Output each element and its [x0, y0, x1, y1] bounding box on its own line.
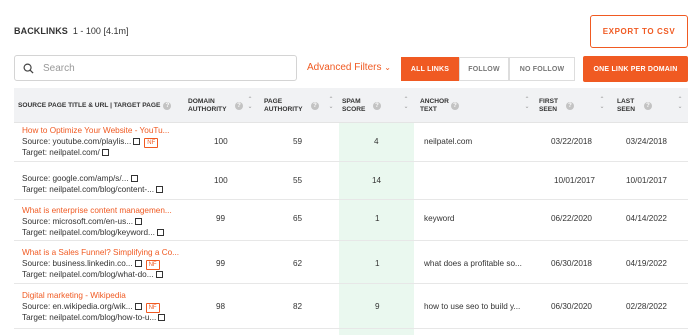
row-page-authority: 62: [293, 259, 303, 268]
row-domain-authority: 99: [216, 214, 226, 223]
row-spam-score: 1: [375, 214, 380, 223]
external-link-icon[interactable]: [155, 271, 163, 278]
help-icon: ?: [311, 101, 319, 110]
row-last-seen: 04/14/2022: [626, 214, 667, 223]
help-icon: ?: [566, 101, 574, 110]
sort-icon[interactable]: ⌃ ⌄: [246, 97, 254, 111]
row-domain-authority: 99: [216, 259, 226, 268]
row-source-url[interactable]: Source: google.com/amp/s/...: [22, 174, 138, 183]
chevron-down-icon: ⌄: [384, 63, 391, 72]
external-link-icon[interactable]: [134, 303, 142, 310]
tab-all-links[interactable]: ALL LINKS: [401, 57, 459, 81]
help-icon: ?: [373, 101, 381, 110]
row-source-url[interactable]: Source: youtube.com/playlis... NF: [22, 137, 159, 148]
row-first-seen: 06/30/2020: [551, 302, 592, 311]
external-link-icon[interactable]: [155, 186, 163, 193]
sort-icon[interactable]: ⌃ ⌄: [523, 97, 531, 111]
row-target-url[interactable]: Target: neilpatel.com/blog/keyword...: [22, 228, 164, 237]
help-icon: ?: [451, 101, 459, 110]
row-divider: [14, 283, 688, 284]
row-domain-authority: 100: [214, 137, 228, 146]
row-page-authority: 82: [293, 302, 303, 311]
row-divider: [14, 328, 688, 329]
col-last-seen-header[interactable]: LAST SEEN?: [617, 88, 677, 123]
row-title-link[interactable]: What is enterprise content managemen...: [22, 206, 172, 215]
row-last-seen: 02/28/2022: [626, 302, 667, 311]
one-link-per-domain-button[interactable]: ONE LINK PER DOMAIN: [583, 56, 688, 82]
row-divider: [14, 199, 688, 200]
row-first-seen: 10/01/2017: [554, 176, 595, 185]
row-spam-score: 1: [375, 259, 380, 268]
row-spam-score: 9: [375, 302, 380, 311]
row-domain-authority: 98: [216, 302, 226, 311]
row-source-url[interactable]: Source: business.linkedin.co... NF: [22, 259, 160, 270]
row-page-authority: 65: [293, 214, 303, 223]
row-divider: [14, 240, 688, 241]
row-page-authority: 59: [293, 137, 303, 146]
row-domain-authority: 100: [214, 176, 228, 185]
col-first-seen-header[interactable]: FIRST SEEN?: [539, 88, 599, 123]
row-target-url[interactable]: Target: neilpatel.com/blog/what-do...: [22, 270, 163, 279]
sort-icon[interactable]: ⌃ ⌄: [327, 97, 335, 111]
row-first-seen: 06/30/2018: [551, 259, 592, 268]
row-target-url[interactable]: Target: neilpatel.com/: [22, 148, 109, 157]
tab-no-follow[interactable]: NO FOLLOW: [509, 57, 575, 81]
row-last-seen: 03/24/2018: [626, 137, 667, 146]
row-anchor-text: what does a profitable so...: [424, 259, 522, 268]
external-link-icon[interactable]: [101, 149, 109, 156]
sort-icon[interactable]: ⌃ ⌄: [676, 97, 684, 111]
row-divider: [14, 161, 688, 162]
external-link-icon[interactable]: [133, 138, 141, 145]
row-spam-score: 4: [374, 137, 379, 146]
col-source-header[interactable]: SOURCE PAGE TITLE & URL | TARGET PAGE?: [18, 88, 188, 123]
external-link-icon[interactable]: [130, 175, 138, 182]
export-csv-button[interactable]: EXPORT TO CSV: [590, 15, 688, 48]
tab-follow[interactable]: FOLLOW: [459, 57, 509, 81]
row-last-seen: 10/01/2017: [626, 176, 667, 185]
row-target-url[interactable]: Target: neilpatel.com/blog/how-to-u...: [22, 313, 166, 322]
search-placeholder: Search: [43, 62, 75, 74]
external-link-icon[interactable]: [156, 229, 164, 236]
advanced-filters-dropdown[interactable]: Advanced Filters ⌄: [307, 62, 391, 73]
table-header: SOURCE PAGE TITLE & URL | TARGET PAGE? D…: [14, 88, 688, 123]
row-source-url[interactable]: Source: microsoft.com/en-us...: [22, 217, 143, 226]
row-title-link[interactable]: Digital marketing - Wikipedia: [22, 291, 126, 300]
row-target-url[interactable]: Target: neilpatel.com/blog/content-...: [22, 185, 163, 194]
row-anchor-text: how to use seo to build y...: [424, 302, 521, 311]
nofollow-badge: NF: [144, 138, 159, 148]
row-first-seen: 06/22/2020: [551, 214, 592, 223]
row-title-link[interactable]: How to Optimize Your Website - YouTu...: [22, 126, 169, 135]
col-page-authority-header[interactable]: PAGE AUTHORITY?: [264, 88, 336, 123]
sort-icon[interactable]: ⌃ ⌄: [598, 97, 606, 111]
external-link-icon[interactable]: [158, 314, 166, 321]
help-icon: ?: [163, 101, 172, 110]
search-icon: [23, 63, 34, 74]
row-title-link[interactable]: What is a Sales Funnel? Simplifying a Co…: [22, 248, 179, 257]
col-anchor-text-header[interactable]: ANCHOR TEXT?: [420, 88, 520, 123]
sort-icon[interactable]: ⌃ ⌄: [402, 97, 410, 111]
row-source-url[interactable]: Source: en.wikipedia.org/wik... NF: [22, 302, 160, 313]
row-first-seen: 03/22/2018: [551, 137, 592, 146]
external-link-icon[interactable]: [134, 260, 142, 267]
col-spam-score-header[interactable]: SPAM SCORE?: [342, 88, 402, 123]
help-icon: ?: [235, 101, 243, 110]
help-icon: ?: [644, 101, 652, 110]
nofollow-badge: NF: [145, 260, 160, 270]
row-anchor-text: keyword: [424, 214, 455, 223]
row-anchor-text: neilpatel.com: [424, 137, 473, 146]
row-last-seen: 04/19/2022: [626, 259, 667, 268]
row-page-authority: 55: [293, 176, 303, 185]
external-link-icon[interactable]: [135, 218, 143, 225]
search-input[interactable]: Search: [14, 55, 297, 81]
row-spam-score: 14: [372, 176, 382, 185]
nofollow-badge: NF: [145, 303, 160, 313]
backlinks-title: BACKLINKS 1 - 100 [4.1m]: [14, 26, 129, 36]
